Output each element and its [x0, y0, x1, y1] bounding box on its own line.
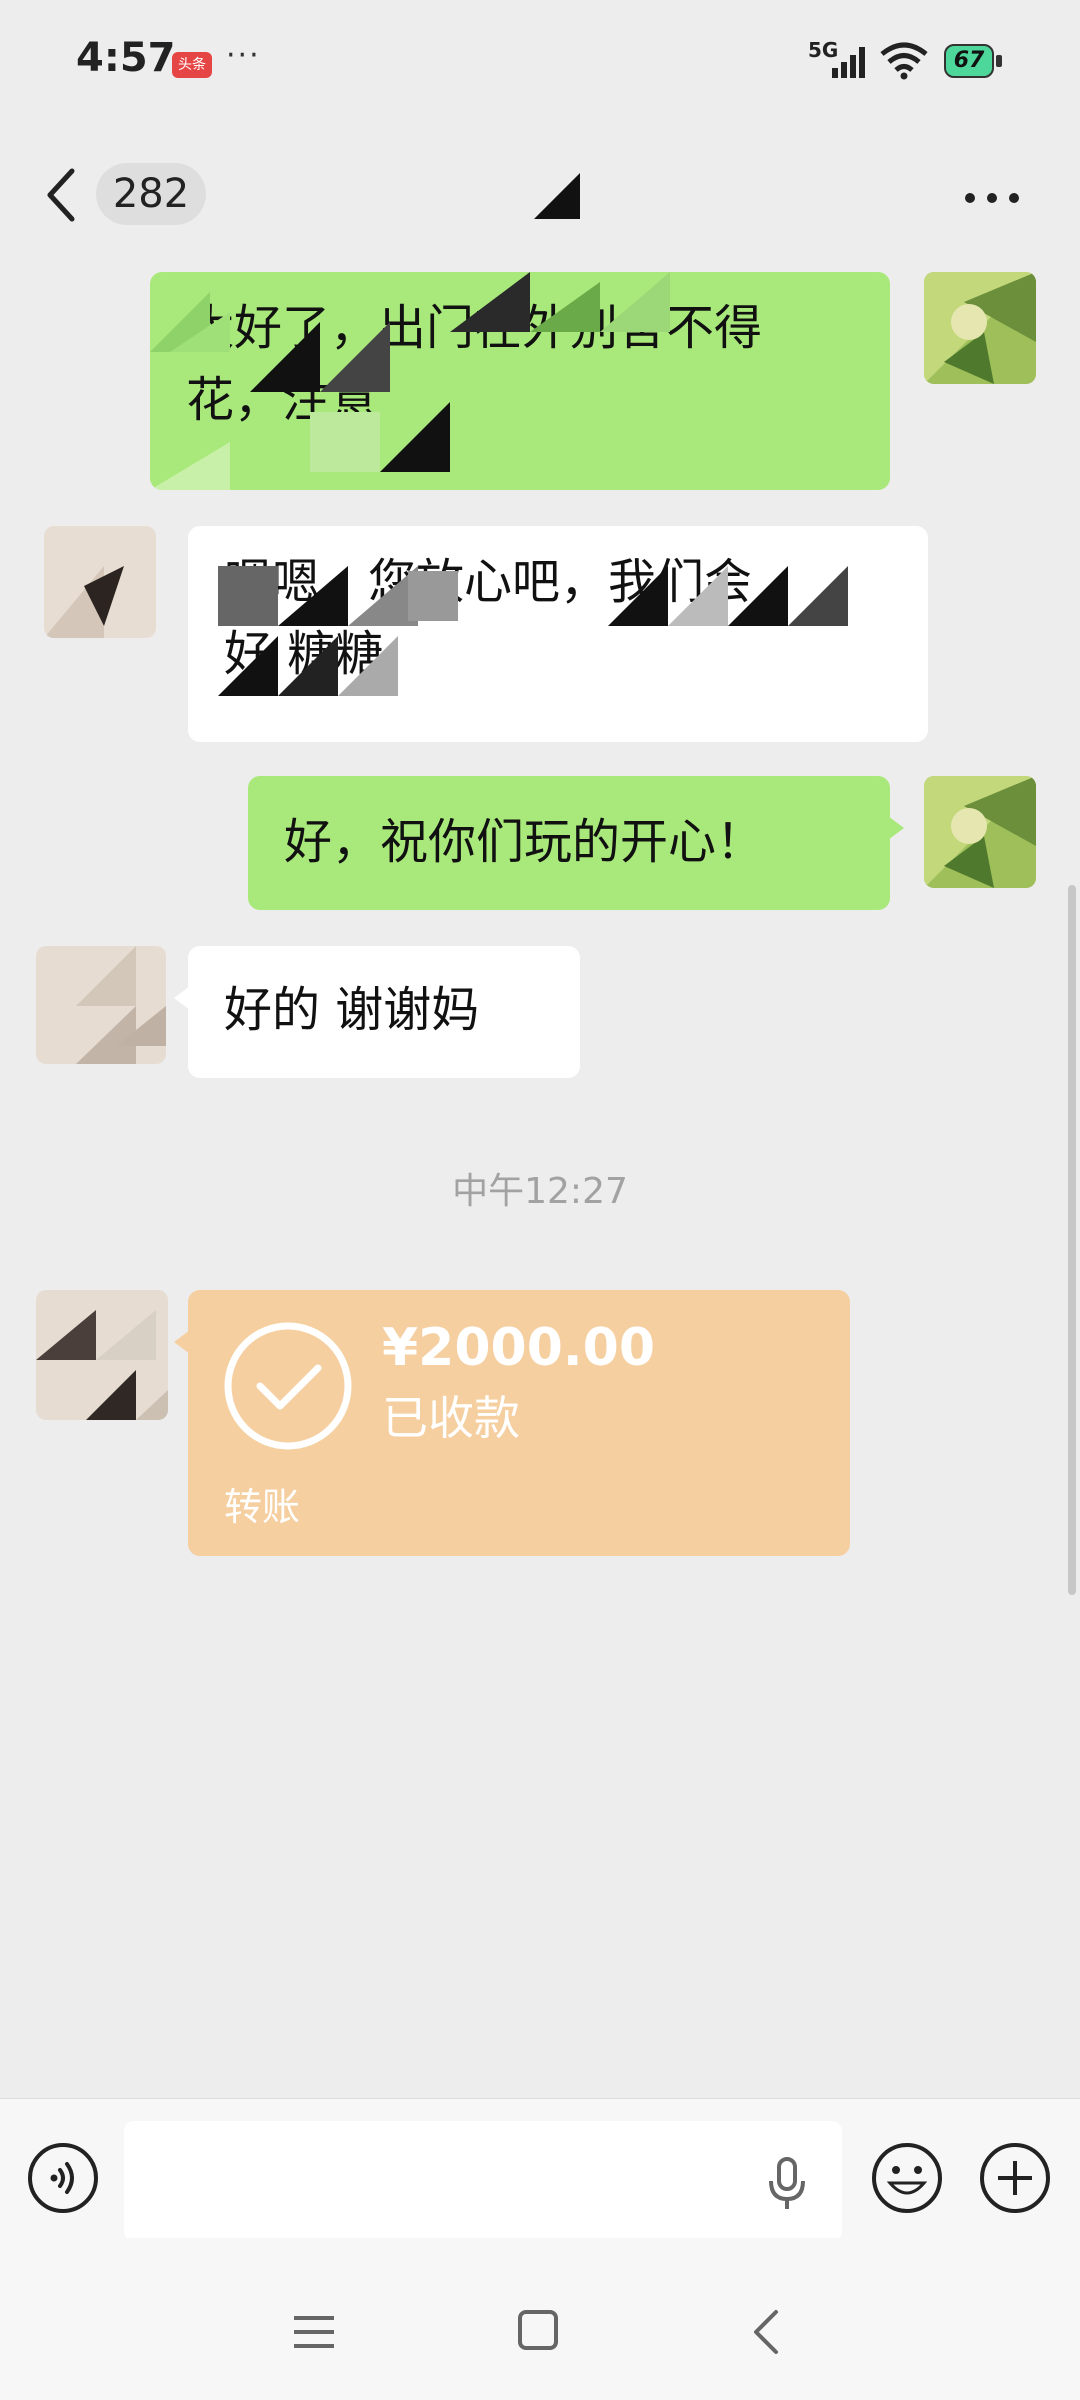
message-text: 好的 谢谢妈 — [224, 982, 480, 1038]
message-timestamp: 中午12:27 — [452, 1171, 628, 1212]
check-circle-icon — [224, 1322, 352, 1450]
voice-icon[interactable] — [26, 2141, 100, 2215]
transfer-card[interactable]: ¥2000.00 已收款 转账 — [174, 1290, 850, 1556]
my-avatar[interactable] — [924, 776, 1036, 888]
message-bubble-incoming[interactable]: 好的 谢谢妈 — [174, 946, 580, 1078]
transfer-label: 转账 — [224, 1485, 301, 1529]
chat-title-redacted — [534, 173, 580, 219]
system-nav-bar — [0, 2238, 1080, 2400]
chat-scrollbar[interactable] — [1068, 885, 1076, 1595]
message-text: 好，祝你们玩的开心！ — [284, 814, 765, 870]
message-bubble-outgoing[interactable]: 太好了，出门在外别舍不得 花，注意 — [150, 272, 890, 490]
plus-icon[interactable] — [978, 2141, 1052, 2215]
redaction-overlay — [218, 566, 848, 696]
message-bubble-incoming[interactable]: 嗯嗯，您放心吧，我们会 好 糖糖 — [188, 526, 928, 742]
more-horizontal-icon[interactable] — [962, 183, 1022, 213]
message-input[interactable] — [124, 2121, 842, 2241]
battery-indicator: 67 — [944, 44, 1002, 78]
redaction-overlay — [150, 272, 670, 490]
chat-header: 282 — [0, 125, 1080, 265]
status-bar: 4:57 头条 ··· 5G 67 — [0, 0, 1080, 125]
message-bubble-outgoing[interactable]: 好，祝你们玩的开心！ — [248, 776, 904, 910]
contact-avatar[interactable] — [36, 946, 166, 1064]
battery-tip — [996, 55, 1002, 67]
microphone-icon[interactable] — [762, 2157, 812, 2211]
transfer-status: 已收款 — [382, 1391, 520, 1445]
contact-avatar[interactable] — [44, 526, 156, 638]
notification-badge: 头条 — [172, 52, 212, 78]
battery-level: 67 — [944, 44, 994, 78]
unread-count-badge[interactable]: 282 — [96, 163, 206, 225]
signal-icon — [832, 47, 865, 78]
status-more-dots: ··· — [226, 38, 261, 73]
transfer-amount: ¥2000.00 — [382, 1318, 656, 1378]
home-icon[interactable] — [516, 2308, 560, 2352]
my-avatar[interactable] — [924, 272, 1036, 384]
contact-avatar[interactable] — [36, 1290, 168, 1420]
back-icon[interactable] — [748, 2308, 784, 2356]
emoji-icon[interactable] — [870, 2141, 944, 2215]
message-input-bar — [0, 2098, 1080, 2241]
menu-icon[interactable] — [290, 2312, 338, 2352]
chevron-left-icon[interactable] — [40, 165, 84, 225]
wifi-icon — [880, 42, 928, 80]
status-clock: 4:57 — [76, 35, 176, 81]
